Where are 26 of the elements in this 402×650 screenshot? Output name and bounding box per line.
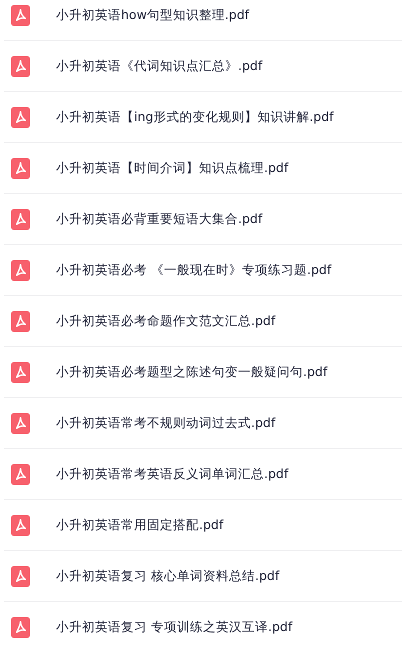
file-name[interactable]: 小升初英语复习 核心单词资料总结.pdf bbox=[56, 568, 280, 584]
file-name[interactable]: 小升初英语how句型知识整理.pdf bbox=[56, 6, 250, 24]
file-name[interactable]: 小升初英语【时间介词】知识点梳理.pdf bbox=[56, 160, 288, 176]
pdf-file-icon bbox=[11, 412, 30, 434]
file-name[interactable]: 小升初英语《代词知识点汇总》.pdf bbox=[56, 58, 262, 74]
file-name[interactable]: 小升初英语【ing形式的变化规则】知识讲解.pdf bbox=[56, 108, 334, 126]
pdf-file-icon bbox=[11, 106, 30, 128]
file-name[interactable]: 小升初英语必考题型之陈述句变一般疑问句.pdf bbox=[56, 364, 328, 380]
pdf-file-icon bbox=[11, 362, 30, 382]
file-name[interactable]: 小升初英语复习 专项训练之英汉互译.pdf bbox=[56, 618, 292, 636]
file-name[interactable]: 小升初英语常用固定搭配.pdf bbox=[56, 516, 224, 534]
file-name[interactable]: 小升初英语必背重要短语大集合.pdf bbox=[56, 210, 262, 228]
pdf-file-icon bbox=[11, 4, 30, 26]
pdf-file-icon bbox=[11, 260, 30, 280]
pdf-file-icon bbox=[11, 56, 30, 76]
file-name[interactable]: 小升初英语必考 《一般现在时》专项练习题.pdf bbox=[56, 262, 332, 278]
file-name[interactable]: 小升初英语必考命题作文范文汇总.pdf bbox=[56, 312, 276, 330]
pdf-file-icon bbox=[11, 514, 30, 536]
pdf-file-icon bbox=[11, 158, 30, 178]
pdf-file-icon bbox=[11, 310, 30, 332]
pdf-file-icon bbox=[11, 464, 30, 484]
file-name[interactable]: 小升初英语常考不规则动词过去式.pdf bbox=[56, 414, 276, 432]
pdf-file-icon bbox=[11, 566, 30, 586]
pdf-file-icon bbox=[11, 616, 30, 638]
file-name[interactable]: 小升初英语常考英语反义词单词汇总.pdf bbox=[56, 466, 288, 482]
pdf-file-icon bbox=[11, 208, 30, 230]
